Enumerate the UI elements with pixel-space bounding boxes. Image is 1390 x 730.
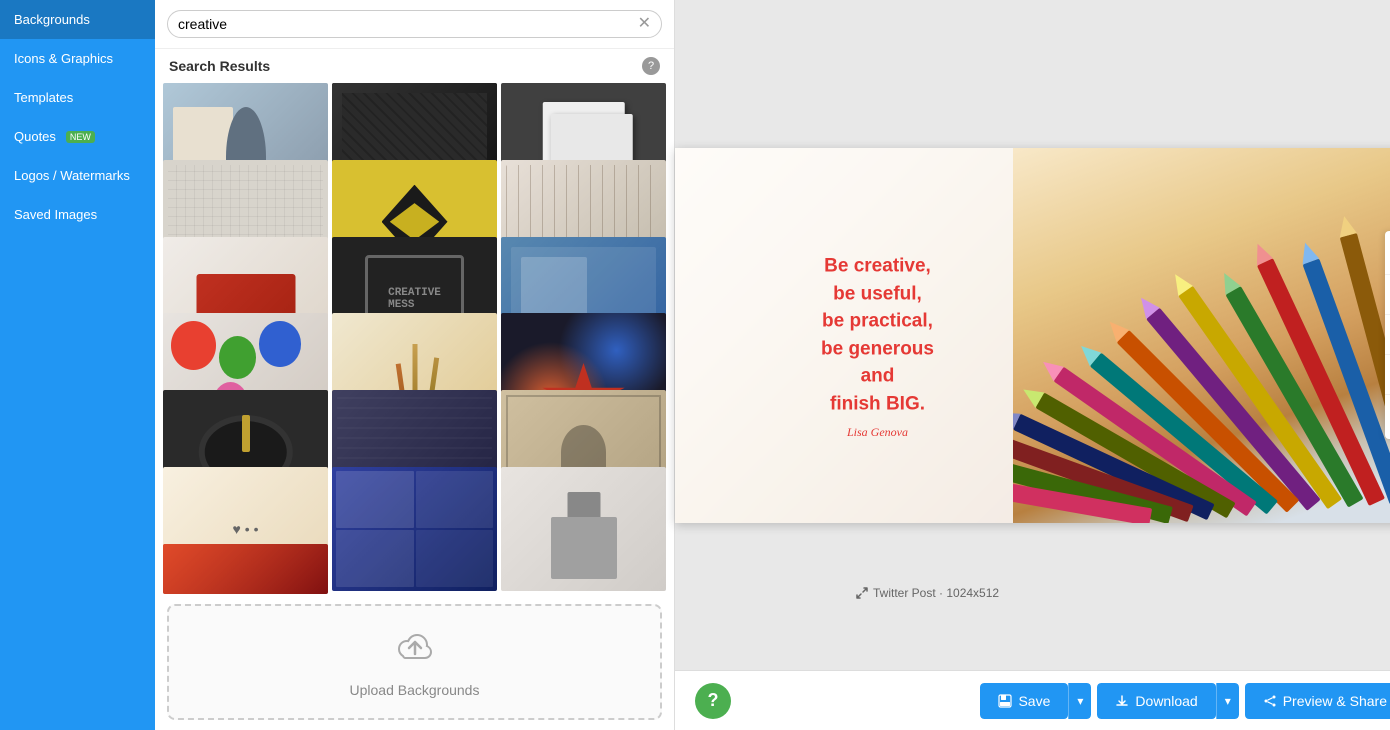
quote-line6: finish BIG. <box>748 390 1008 418</box>
sidebar-item-icons-graphics[interactable]: Icons & Graphics <box>0 39 155 78</box>
search-box: ✕ <box>167 10 662 38</box>
save-icon <box>998 694 1012 708</box>
sidebar-item-label: Logos / Watermarks <box>14 168 130 183</box>
sidebar-item-label: Templates <box>14 90 73 105</box>
list-item[interactable] <box>332 467 497 591</box>
sidebar: Backgrounds Icons & Graphics Templates Q… <box>0 0 155 730</box>
canvas-size-label: Twitter Post · 1024x512 <box>855 586 999 600</box>
quote-line5: and <box>748 363 1008 391</box>
quote-line1: Be creative, <box>748 252 1008 280</box>
upload-icon <box>395 626 435 674</box>
resize-icon <box>855 586 869 600</box>
share-button-group: Preview & Share <box>1245 683 1390 719</box>
list-item[interactable] <box>163 544 328 594</box>
sidebar-item-saved-images[interactable]: Saved Images <box>0 195 155 234</box>
download-arrow-button[interactable]: ▾ <box>1216 683 1239 719</box>
quote-line4: be generous <box>748 335 1008 363</box>
help-button[interactable]: ? <box>695 683 731 719</box>
clear-icon[interactable]: ✕ <box>638 16 651 32</box>
quote-text: Be creative, be useful, be practical, be… <box>748 252 1008 417</box>
canvas-size-text: Twitter Post · 1024x512 <box>873 586 999 600</box>
download-icon <box>1115 694 1129 708</box>
grid-toolbar-btn[interactable] <box>1385 355 1390 395</box>
save-button[interactable]: Save <box>980 683 1068 719</box>
list-item[interactable] <box>501 467 666 591</box>
canvas[interactable]: Be creative, be useful, be practical, be… <box>675 148 1390 523</box>
sidebar-item-label: Quotes <box>14 129 56 144</box>
save-label: Save <box>1018 693 1050 709</box>
left-panel: ✕ Search Results ? <box>155 0 675 730</box>
bottom-bar: ? Save ▾ <box>675 670 1390 730</box>
share-icon <box>1263 694 1277 708</box>
sidebar-item-label: Backgrounds <box>14 12 90 27</box>
action-buttons: Save ▾ Download ▾ <box>980 683 1390 719</box>
results-header: Search Results ? <box>155 49 674 83</box>
new-badge: NEW <box>66 131 95 143</box>
font-toolbar-btn[interactable]: Aа <box>1385 275 1390 315</box>
quote-line3: be practical, <box>748 307 1008 335</box>
canvas-container: Be creative, be useful, be practical, be… <box>675 0 1390 670</box>
file-toolbar-btn[interactable] <box>1385 235 1390 275</box>
main-area: Be creative, be useful, be practical, be… <box>675 0 1390 730</box>
share-button[interactable]: Preview & Share <box>1245 683 1390 719</box>
image-grid: CREATIVEMESS <box>155 83 674 594</box>
save-button-group: Save ▾ <box>980 683 1091 719</box>
quote-author: Lisa Genova <box>847 425 908 440</box>
search-input[interactable] <box>178 16 638 32</box>
download-button-group: Download ▾ <box>1097 683 1238 719</box>
right-toolbar: Aа <box>1385 231 1390 439</box>
sidebar-item-label: Icons & Graphics <box>14 51 113 66</box>
upload-backgrounds-area[interactable]: Upload Backgrounds <box>167 604 662 720</box>
upload-label: Upload Backgrounds <box>350 682 480 698</box>
sidebar-item-templates[interactable]: Templates <box>0 78 155 117</box>
share-label: Preview & Share <box>1283 693 1387 709</box>
quote-line2: be useful, <box>748 280 1008 308</box>
results-label: Search Results <box>169 58 270 74</box>
sidebar-item-backgrounds[interactable]: Backgrounds <box>0 0 155 39</box>
trash-toolbar-btn[interactable] <box>1385 395 1390 435</box>
download-button[interactable]: Download <box>1097 683 1215 719</box>
sidebar-item-label: Saved Images <box>14 207 97 222</box>
results-help-icon[interactable]: ? <box>642 57 660 75</box>
sidebar-item-quotes[interactable]: Quotes NEW <box>0 117 155 156</box>
expand-toolbar-btn[interactable] <box>1385 315 1390 355</box>
search-area: ✕ <box>155 0 674 49</box>
sidebar-item-logos-watermarks[interactable]: Logos / Watermarks <box>0 156 155 195</box>
download-label: Download <box>1135 693 1197 709</box>
save-arrow-button[interactable]: ▾ <box>1068 683 1091 719</box>
